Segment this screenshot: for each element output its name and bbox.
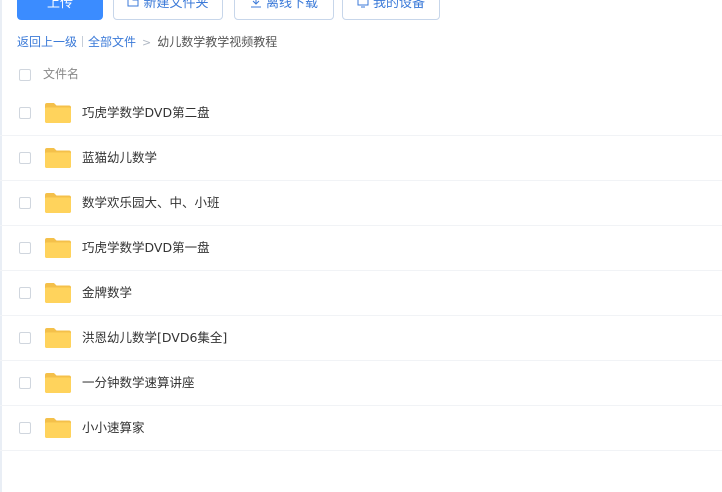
- row-checkbox[interactable]: [19, 197, 31, 209]
- breadcrumb: 返回上一级 全部文件 > 幼儿数学教学视频教程: [17, 33, 277, 51]
- folder-icon: [45, 193, 71, 213]
- breadcrumb-all-files-link[interactable]: 全部文件: [88, 35, 136, 49]
- file-row[interactable]: 巧虎学数学DVD第一盘: [0, 226, 722, 271]
- file-row[interactable]: 金牌数学: [0, 271, 722, 316]
- file-list: 巧虎学数学DVD第二盘 蓝猫幼儿数学数学欢乐园大、中、小班 巧虎学数学DVD第一盘金…: [0, 91, 722, 451]
- upload-button[interactable]: 上传: [17, 0, 103, 20]
- file-name[interactable]: 一分钟数学速算讲座: [82, 374, 195, 392]
- offline-download-button[interactable]: 离线下载: [234, 0, 334, 20]
- file-row[interactable]: 洪恩幼儿数学[DVD6集全]: [0, 316, 722, 361]
- row-checkbox[interactable]: [19, 377, 31, 389]
- my-devices-button[interactable]: 我的设备: [342, 0, 440, 20]
- folder-icon: [45, 148, 71, 168]
- file-name[interactable]: 金牌数学: [82, 284, 132, 302]
- folder-icon: [45, 328, 71, 348]
- file-row[interactable]: 小小速算家: [0, 406, 722, 451]
- file-manager-page: 上传 新建文件夹 离线下载 我的设备 返回上一级 全部文件 > 幼儿数学教学视频教程 …: [0, 0, 722, 492]
- column-header-filename[interactable]: 文件名: [43, 65, 79, 83]
- row-checkbox[interactable]: [19, 287, 31, 299]
- file-row[interactable]: 一分钟数学速算讲座: [0, 361, 722, 406]
- file-row[interactable]: 巧虎学数学DVD第二盘: [0, 91, 722, 136]
- file-name[interactable]: 巧虎学数学DVD第一盘: [82, 239, 210, 257]
- new-folder-button[interactable]: 新建文件夹: [113, 0, 223, 20]
- offline-download-button-label: 离线下载: [265, 0, 318, 11]
- download-icon: [250, 0, 261, 8]
- folder-icon: [45, 373, 71, 393]
- new-folder-button-label: 新建文件夹: [143, 0, 209, 11]
- upload-button-label: 上传: [46, 0, 73, 11]
- breadcrumb-current-folder: 幼儿数学教学视频教程: [157, 35, 278, 49]
- device-icon: [357, 0, 369, 8]
- folder-icon: [45, 418, 71, 438]
- file-name[interactable]: 蓝猫幼儿数学: [82, 149, 157, 167]
- folder-icon: [45, 283, 71, 303]
- row-checkbox[interactable]: [19, 152, 31, 164]
- breadcrumb-chevron-icon: >: [142, 36, 152, 49]
- breadcrumb-back-link[interactable]: 返回上一级: [17, 35, 77, 49]
- folder-icon: [45, 238, 71, 258]
- row-checkbox[interactable]: [19, 107, 31, 119]
- file-row[interactable]: 蓝猫幼儿数学: [0, 136, 722, 181]
- file-row[interactable]: 数学欢乐园大、中、小班: [0, 181, 722, 226]
- row-checkbox[interactable]: [19, 422, 31, 434]
- file-name[interactable]: 数学欢乐园大、中、小班: [82, 194, 220, 212]
- breadcrumb-divider: [82, 36, 84, 47]
- file-name[interactable]: 巧虎学数学DVD第二盘: [82, 104, 210, 122]
- new-folder-icon: [127, 0, 139, 7]
- toolbar: 上传 新建文件夹 离线下载 我的设备: [0, 0, 722, 22]
- folder-icon: [45, 103, 71, 123]
- row-checkbox[interactable]: [19, 242, 31, 254]
- my-devices-button-label: 我的设备: [372, 0, 425, 11]
- list-header: 文件名: [0, 62, 722, 86]
- file-name[interactable]: 洪恩幼儿数学[DVD6集全]: [82, 329, 227, 347]
- row-checkbox[interactable]: [19, 332, 31, 344]
- file-name[interactable]: 小小速算家: [82, 419, 145, 437]
- select-all-checkbox[interactable]: [19, 69, 31, 81]
